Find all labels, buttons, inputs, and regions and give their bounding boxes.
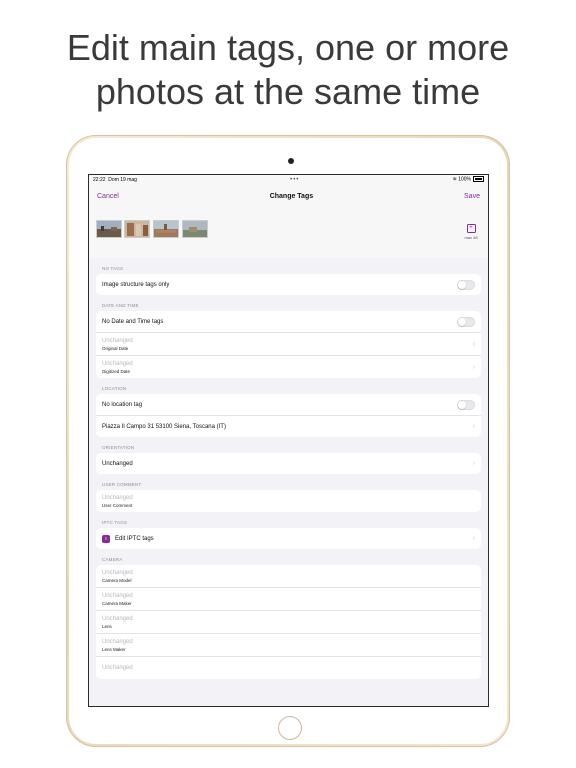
headline-line-2: photos at the same time — [95, 71, 481, 112]
marketing-headline: Edit main tags, one or more photos at th… — [0, 26, 576, 114]
chevron-right-icon: › — [472, 340, 475, 348]
group-location: No location tag Piazza Il Campo 31 53100… — [96, 394, 481, 437]
digitized-date-label: Digitized Date — [102, 368, 131, 374]
page-title: Change Tags — [269, 192, 314, 200]
location-address: Piazza Il Campo 31 53100 Siena, Toscana … — [102, 423, 226, 430]
section-header-camera: CAMERA — [102, 557, 123, 562]
row-image-structure-only: Image structure tags only — [96, 274, 481, 295]
add-photo-icon: + — [466, 224, 476, 233]
front-camera — [288, 158, 294, 164]
row-camera-maker[interactable]: Unchanged Camera Maker — [96, 587, 481, 610]
status-bar: 22:22 Dom 19 mag ••• ≋ 100% — [89, 175, 488, 184]
cancel-button[interactable]: Cancel — [97, 193, 119, 200]
row-no-location: No location tag — [96, 394, 481, 415]
lens-maker-field[interactable]: Unchanged — [102, 639, 133, 645]
camera-next-field[interactable]: Unchanged — [102, 665, 133, 671]
camera-model-field[interactable]: Unchanged — [102, 570, 133, 576]
status-date: Dom 19 mag — [108, 176, 137, 183]
app-screen: 22:22 Dom 19 mag ••• ≋ 100% Cancel Chang… — [88, 174, 489, 707]
section-header-no-tags: NO TAGS — [102, 266, 124, 271]
group-orientation: Unchanged › — [96, 453, 481, 474]
chevron-right-icon: › — [472, 423, 475, 430]
lens-field[interactable]: Unchanged — [102, 616, 133, 622]
digitized-date-value: Unchanged — [102, 360, 133, 367]
row-user-comment[interactable]: Unchanged User Comment — [96, 490, 481, 512]
row-lens[interactable]: Unchanged Lens — [96, 610, 481, 633]
row-lens-maker[interactable]: Unchanged Lens Maker — [96, 633, 481, 656]
group-date-time: No Date and Time tags Unchanged Original… — [96, 311, 481, 378]
photo-thumbnail-1[interactable] — [96, 220, 122, 238]
camera-maker-label: Camera Maker — [102, 600, 132, 606]
chevron-right-icon: › — [472, 460, 475, 467]
row-original-date[interactable]: Unchanged Original Date › — [96, 332, 481, 355]
camera-model-label: Camera Model — [102, 577, 132, 583]
section-header-iptc: IPTC TAGS — [102, 520, 128, 525]
lens-maker-label: Lens Maker — [102, 646, 126, 652]
section-header-orientation: ORIENTATION — [102, 445, 135, 450]
lens-label: Lens — [102, 623, 112, 629]
user-comment-label: User Comment — [102, 502, 133, 508]
iptc-tag-icon: ≡ — [102, 534, 110, 543]
navigation-bar: Cancel Change Tags Save — [89, 184, 488, 208]
add-photo-button[interactable]: + max 48 — [463, 224, 479, 240]
edit-iptc-label: Edit IPTC tags — [115, 535, 154, 542]
row-location-address[interactable]: Piazza Il Campo 31 53100 Siena, Toscana … — [96, 415, 481, 437]
row-label: No Date and Time tags — [102, 318, 164, 325]
original-date-label: Original Date — [102, 345, 129, 351]
section-header-date-time: DATE AND TIME — [102, 303, 139, 308]
no-date-time-toggle[interactable] — [457, 316, 475, 327]
photo-thumbnail-4[interactable] — [182, 220, 208, 238]
save-button[interactable]: Save — [464, 193, 480, 200]
wifi-icon: ≋ — [452, 176, 457, 183]
chevron-right-icon: › — [472, 535, 475, 542]
row-digitized-date[interactable]: Unchanged Digitized Date › — [96, 355, 481, 378]
status-time: 22:22 — [93, 176, 106, 183]
row-label: No location tag — [102, 401, 143, 408]
row-edit-iptc[interactable]: ≡ Edit IPTC tags › — [96, 528, 481, 549]
group-iptc: ≡ Edit IPTC tags › — [96, 528, 481, 549]
section-header-location: LOCATION — [102, 386, 127, 391]
row-orientation[interactable]: Unchanged › — [96, 453, 481, 474]
original-date-value: Unchanged — [102, 337, 133, 344]
selected-photos-strip: + max 48 — [89, 208, 488, 258]
row-label: Image structure tags only — [102, 281, 170, 288]
group-user-comment: Unchanged User Comment — [96, 490, 481, 512]
multitasking-dots[interactable]: ••• — [290, 177, 299, 183]
row-camera-model[interactable]: Unchanged Camera Model — [96, 565, 481, 587]
orientation-value: Unchanged — [102, 460, 133, 467]
user-comment-field[interactable]: Unchanged — [102, 495, 133, 501]
no-location-toggle[interactable] — [457, 399, 475, 410]
home-button[interactable] — [278, 716, 302, 740]
photo-thumbnail-2[interactable] — [124, 220, 150, 238]
battery-percent: 100% — [458, 176, 471, 183]
row-camera-next[interactable]: Unchanged — [96, 656, 481, 679]
photo-thumbnail-3[interactable] — [153, 220, 179, 238]
row-no-date-time: No Date and Time tags — [96, 311, 481, 332]
camera-maker-field[interactable]: Unchanged — [102, 593, 133, 599]
headline-line-1: Edit main tags, one or more — [66, 27, 510, 68]
chevron-right-icon: › — [472, 363, 475, 371]
image-structure-toggle[interactable] — [457, 279, 475, 290]
max-photos-label: max 48 — [464, 235, 478, 240]
battery-icon — [473, 176, 484, 183]
group-camera: Unchanged Camera Model Unchanged Camera … — [96, 565, 481, 679]
group-no-tags: Image structure tags only — [96, 274, 481, 295]
section-header-user-comment: USER COMMENT — [102, 482, 142, 487]
